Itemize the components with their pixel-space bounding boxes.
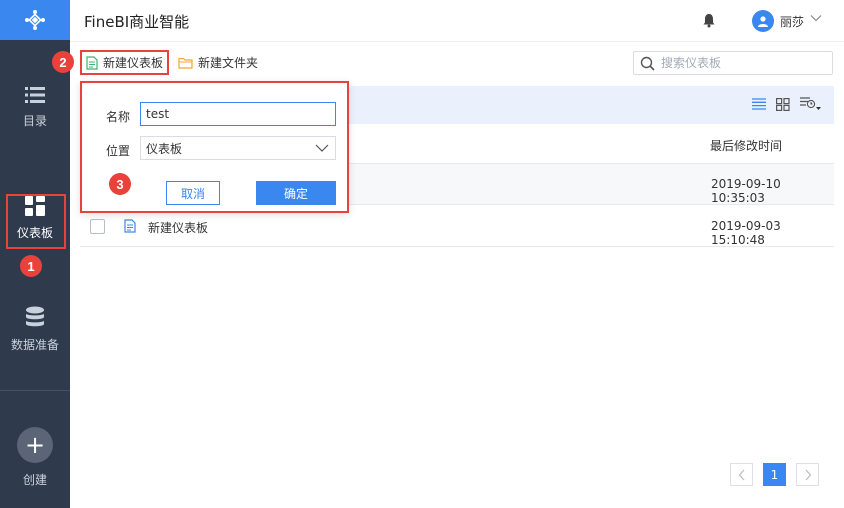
database-icon	[26, 306, 44, 327]
position-value: 仪表板	[146, 141, 183, 156]
name-input[interactable]	[140, 102, 336, 126]
sidebar-create[interactable]: + 创建	[0, 427, 70, 488]
avatar[interactable]	[752, 10, 774, 32]
sidebar-item-label: 仪表板	[16, 226, 53, 240]
row-checkbox[interactable]	[90, 219, 105, 234]
top-header: FineBI商业智能 丽莎	[70, 0, 844, 42]
sidebar: 目录 仪表板 1 数据准备 + 创建	[0, 0, 70, 508]
dashboard-name[interactable]: 新建仪表板	[148, 219, 208, 236]
sidebar-item-label: 目录	[22, 114, 47, 128]
user-icon	[758, 16, 768, 27]
sort-icon[interactable]	[800, 97, 822, 111]
cancel-button[interactable]: 取消	[166, 181, 220, 205]
search-box[interactable]	[633, 51, 833, 75]
search-icon	[640, 56, 655, 71]
modified-time: 2019-09-03 15:10:48	[711, 219, 781, 247]
create-label: 创建	[22, 473, 47, 487]
grid-view-icon[interactable]	[776, 97, 790, 111]
chevron-down-icon[interactable]	[810, 13, 822, 23]
plus-icon[interactable]: +	[17, 427, 53, 463]
modified-time: 2019-09-10 10:35:03	[711, 177, 781, 205]
step-badge-2: 2	[52, 51, 74, 73]
step-badge-3: 3	[109, 173, 131, 195]
app-logo[interactable]	[0, 0, 70, 40]
logo-icon	[24, 9, 45, 30]
list-icon	[25, 87, 45, 103]
name-label: 名称	[106, 110, 131, 124]
chevron-right-icon	[805, 469, 811, 480]
sidebar-item-label: 数据准备	[10, 338, 59, 352]
page-number[interactable]: 1	[763, 463, 786, 486]
next-page-button[interactable]	[796, 463, 819, 486]
app-title: FineBI商业智能	[84, 13, 190, 31]
list-view-icon[interactable]	[752, 98, 766, 110]
file-icon	[86, 55, 98, 70]
column-modified-time[interactable]: 最后修改时间	[710, 137, 782, 154]
sidebar-divider	[0, 390, 70, 391]
bell-icon[interactable]	[702, 13, 716, 28]
user-name[interactable]: 丽莎	[780, 13, 804, 30]
new-dashboard-button[interactable]: 新建仪表板	[80, 50, 169, 75]
new-folder-label: 新建文件夹	[198, 56, 259, 70]
file-icon	[124, 219, 136, 233]
sidebar-item-dashboard[interactable]: 仪表板	[0, 196, 70, 241]
position-label: 位置	[106, 144, 131, 158]
new-dashboard-label: 新建仪表板	[103, 56, 164, 70]
dashboard-icon	[25, 196, 45, 216]
confirm-button[interactable]: 确定	[256, 181, 336, 205]
new-folder-button[interactable]: 新建文件夹	[178, 50, 258, 75]
sidebar-item-data-prep[interactable]: 数据准备	[0, 306, 70, 353]
view-toggle-group	[752, 97, 822, 111]
chevron-left-icon	[738, 469, 744, 480]
chevron-down-icon	[315, 144, 329, 152]
prev-page-button[interactable]	[730, 463, 753, 486]
folder-icon	[178, 57, 193, 69]
sidebar-item-catalog[interactable]: 目录	[0, 86, 70, 129]
step-badge-1: 1	[20, 255, 42, 277]
search-input[interactable]	[661, 56, 821, 70]
pagination: 1	[730, 463, 819, 486]
position-select[interactable]: 仪表板	[140, 136, 336, 160]
